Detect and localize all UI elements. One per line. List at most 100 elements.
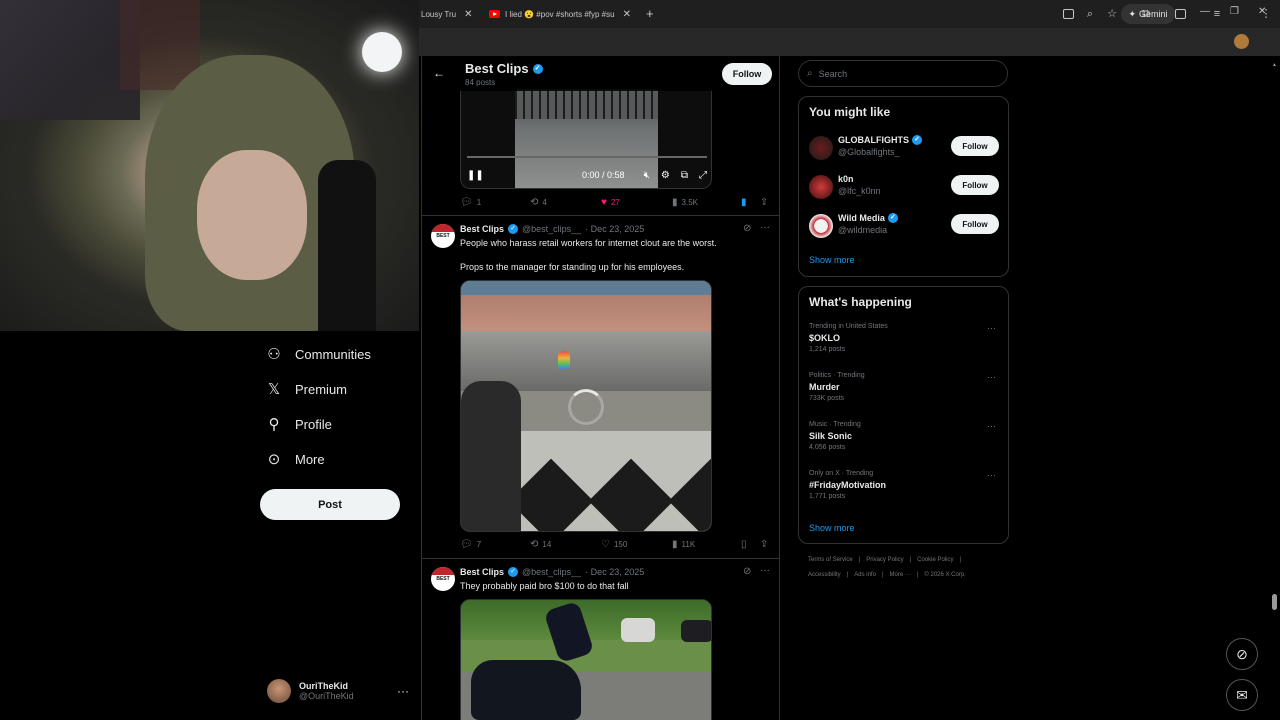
search-box[interactable]: ⌕ — [798, 60, 1008, 87]
follow-button[interactable]: Follow — [951, 136, 999, 156]
share-button[interactable]: ⇪ — [760, 539, 768, 550]
suggested-user[interactable]: k0n @lfc_k0nn Follow — [809, 173, 999, 201]
grok-button[interactable]: ⊘ — [1226, 638, 1258, 670]
reading-list-icon[interactable]: ≡ — [1210, 7, 1224, 21]
follow-button[interactable]: Follow — [951, 175, 999, 195]
bookmark-button[interactable]: ▯ — [741, 539, 747, 550]
back-arrow-icon[interactable]: ← — [433, 66, 445, 80]
nav-label: More — [295, 451, 325, 467]
footer-link[interactable]: Cookie Policy — [917, 557, 953, 563]
tweet-handle[interactable]: @best_clips__ — [522, 224, 581, 234]
repost-button[interactable]: ⟲ 4 — [530, 197, 547, 208]
footer-link[interactable]: Privacy Policy — [866, 557, 903, 563]
user-name-text: Wild Media — [838, 213, 885, 223]
repost-icon: ⟲ — [530, 539, 539, 550]
tab-close-icon[interactable]: ✕ — [623, 9, 631, 20]
tweet-author[interactable]: Best Clips — [460, 224, 504, 234]
follow-button[interactable]: Follow — [951, 214, 999, 234]
microphone — [318, 160, 376, 331]
trend-more-icon[interactable]: ··· — [987, 421, 996, 431]
copyright: © 2026 X Corp. — [924, 572, 966, 578]
account-switcher[interactable]: OuriTheKid @OuriTheKid — [267, 679, 354, 703]
nav-communities[interactable]: ⚇ Communities — [265, 345, 371, 363]
trend-more-icon[interactable]: ··· — [987, 372, 996, 382]
card-title: You might like — [809, 105, 891, 119]
like-button[interactable]: ♥ 27 — [601, 197, 620, 208]
extensions-icon[interactable]: ⧉ — [1139, 7, 1153, 21]
trend-item[interactable]: Politics · Trending Murder 733K posts ··… — [809, 372, 999, 402]
verified-badge-icon: ✓ — [532, 63, 543, 74]
follow-button[interactable]: Follow — [722, 63, 772, 85]
share-button[interactable]: ⇪ — [760, 197, 768, 208]
nav-label: Profile — [295, 416, 332, 432]
more-circle-icon: ⊙ — [267, 451, 281, 468]
reply-button[interactable]: 💬︎ 1 — [460, 197, 481, 208]
avatar[interactable]: BEST — [431, 224, 455, 248]
footer-link[interactable]: More ··· — [890, 572, 911, 578]
new-tab-button[interactable]: + — [646, 6, 654, 21]
footer-link[interactable]: Terms of Service — [808, 557, 853, 563]
show-more-link[interactable]: Show more — [809, 255, 855, 265]
nav-premium[interactable]: 𝕏 Premium — [265, 380, 347, 398]
zoom-icon[interactable]: ⌕ — [1083, 7, 1097, 21]
avatar-text: BEST — [436, 233, 450, 239]
views-button[interactable]: ▮ 11K — [672, 539, 695, 550]
bookmark-button[interactable]: ▮ — [741, 197, 747, 208]
settings-icon[interactable]: ⚙ — [661, 170, 670, 181]
trend-item[interactable]: Only on X · Trending #FridayMotivation 1… — [809, 470, 999, 500]
minimize-button[interactable]: — — [1200, 6, 1210, 17]
profile-avatar[interactable] — [1234, 34, 1249, 49]
video-progress-bar[interactable] — [467, 156, 707, 158]
repost-button[interactable]: ⟲ 14 — [530, 539, 551, 550]
trend-more-icon[interactable]: ··· — [987, 470, 996, 480]
tab-youtube[interactable]: I lied 😮 #pov #shorts #fyp #su ✕ — [489, 4, 639, 24]
scrollbar-thumb[interactable] — [1272, 594, 1277, 610]
nav-more[interactable]: ⊙ More — [265, 450, 325, 468]
video-player[interactable]: ❚❚ 0:00 / 0:58 🔇︎ ⚙ ⧉ ⤢ — [460, 89, 712, 189]
trend-more-icon[interactable]: ··· — [987, 323, 996, 333]
tweet-video[interactable] — [460, 280, 712, 532]
tweet-more-icon[interactable]: ··· — [760, 222, 770, 233]
fullscreen-icon[interactable]: ⤢ — [699, 170, 707, 181]
messages-button[interactable]: ✉ — [1226, 679, 1258, 711]
post-button[interactable]: Post — [260, 489, 400, 520]
tweet-date[interactable]: · Dec 23, 2025 — [585, 224, 644, 234]
nav-profile[interactable]: ⚲ Profile — [265, 415, 332, 433]
search-input[interactable] — [818, 68, 989, 79]
tweet-more-icon[interactable]: ··· — [760, 565, 770, 576]
tweet-video[interactable] — [460, 599, 712, 720]
like-button[interactable]: ♡ 150 — [601, 539, 627, 550]
show-more-link[interactable]: Show more — [809, 523, 855, 533]
trend-item[interactable]: Music · Trending Silk Sonic 4,056 posts … — [809, 421, 999, 451]
footer-link[interactable]: Accessibility — [808, 572, 841, 578]
footer-links: Terms of Service | Privacy Policy | Cook… — [808, 557, 961, 563]
mute-icon[interactable]: 🔇︎ — [644, 170, 650, 181]
tab-close-icon[interactable]: ✕ — [464, 9, 472, 20]
grok-icon[interactable]: ⊘ — [743, 223, 751, 234]
scroll-up-arrow-icon[interactable]: ▲ — [1272, 62, 1277, 68]
sidepanel-icon[interactable] — [1175, 9, 1186, 19]
tab-lousy[interactable]: Lousy Tru ✕ — [421, 4, 481, 24]
grok-icon[interactable]: ⊘ — [743, 566, 751, 577]
pause-icon[interactable]: ❚❚ — [467, 170, 484, 181]
tweet-date[interactable]: · Dec 23, 2025 — [585, 567, 644, 577]
avatar[interactable]: BEST — [431, 567, 455, 591]
account-more-icon[interactable]: ··· — [397, 684, 409, 698]
tweet-handle[interactable]: @best_clips__ — [522, 567, 581, 577]
trend-item[interactable]: Trending in United States $OKLO 1,214 po… — [809, 323, 999, 353]
pip-icon[interactable]: ⧉ — [681, 170, 688, 181]
card-title: What's happening — [809, 295, 912, 309]
footer-link[interactable]: Ads info — [854, 572, 876, 578]
reply-button[interactable]: 💬︎ 7 — [460, 539, 481, 550]
bookmark-star-icon[interactable]: ☆ — [1105, 7, 1119, 21]
trend-category: Trending in United States — [809, 323, 888, 330]
tweet-author[interactable]: Best Clips — [460, 567, 504, 577]
suggested-user[interactable]: Wild Media ✓ @wildmedia Follow — [809, 212, 999, 240]
cast-icon[interactable] — [1063, 9, 1074, 19]
views-button[interactable]: ▮ 3.5K — [672, 197, 698, 208]
kebab-menu-icon[interactable]: ⋮ — [1259, 7, 1273, 21]
wall-poster — [0, 0, 140, 120]
tweet-header: Best Clips ✓ @best_clips__ · Dec 23, 202… — [460, 567, 644, 577]
maximize-button[interactable]: ❐ — [1230, 6, 1239, 17]
suggested-user[interactable]: GLOBALFIGHTS ✓ @Globalfights_ Follow — [809, 134, 999, 162]
